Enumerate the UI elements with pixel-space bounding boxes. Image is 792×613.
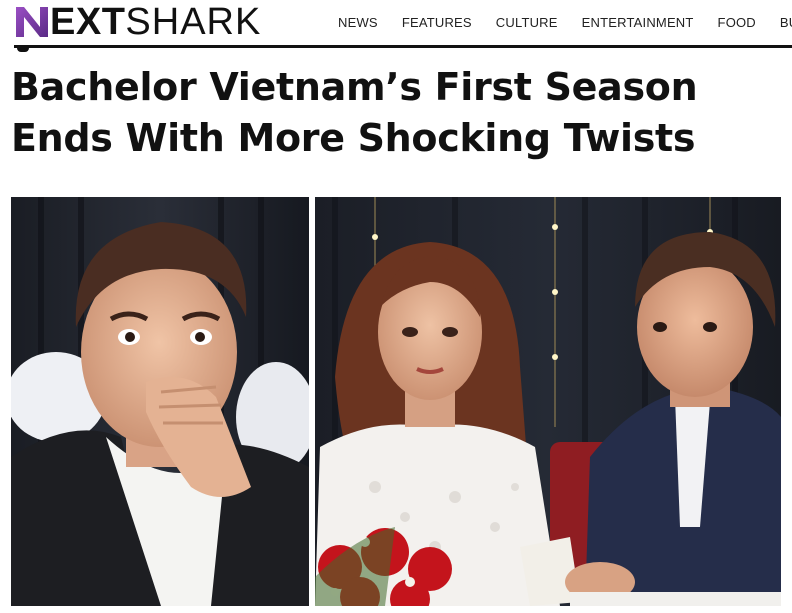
page: EXT SHARK NEWS FEATURES CULTURE ENTERTAIN… — [0, 0, 792, 613]
nav-item-news[interactable]: NEWS — [338, 15, 378, 30]
site-logo[interactable]: EXT SHARK — [14, 2, 261, 42]
article-image-left[interactable] — [11, 197, 309, 606]
main-nav: NEWS FEATURES CULTURE ENTERTAINMENT FOOD… — [338, 0, 792, 44]
nav-item-culture[interactable]: CULTURE — [496, 15, 558, 30]
header-tab-marker — [17, 48, 29, 52]
shocked-man-photo-icon — [11, 197, 309, 606]
nav-item-food[interactable]: FOOD — [718, 15, 756, 30]
logo-text-next: EXT — [50, 1, 126, 43]
header-divider — [14, 45, 792, 48]
logo-n-mark-icon — [16, 7, 48, 37]
nav-item-business[interactable]: BU — [780, 15, 792, 30]
couple-photo-icon — [315, 197, 781, 606]
logo-text-shark: SHARK — [125, 1, 262, 43]
nav-item-features[interactable]: FEATURES — [402, 15, 472, 30]
article-headline[interactable]: Bachelor Vietnam’s First Season Ends Wit… — [11, 62, 781, 164]
nav-item-entertainment[interactable]: ENTERTAINMENT — [582, 15, 694, 30]
site-header: EXT SHARK NEWS FEATURES CULTURE ENTERTAIN… — [0, 0, 792, 52]
article-image-right[interactable] — [315, 197, 781, 606]
